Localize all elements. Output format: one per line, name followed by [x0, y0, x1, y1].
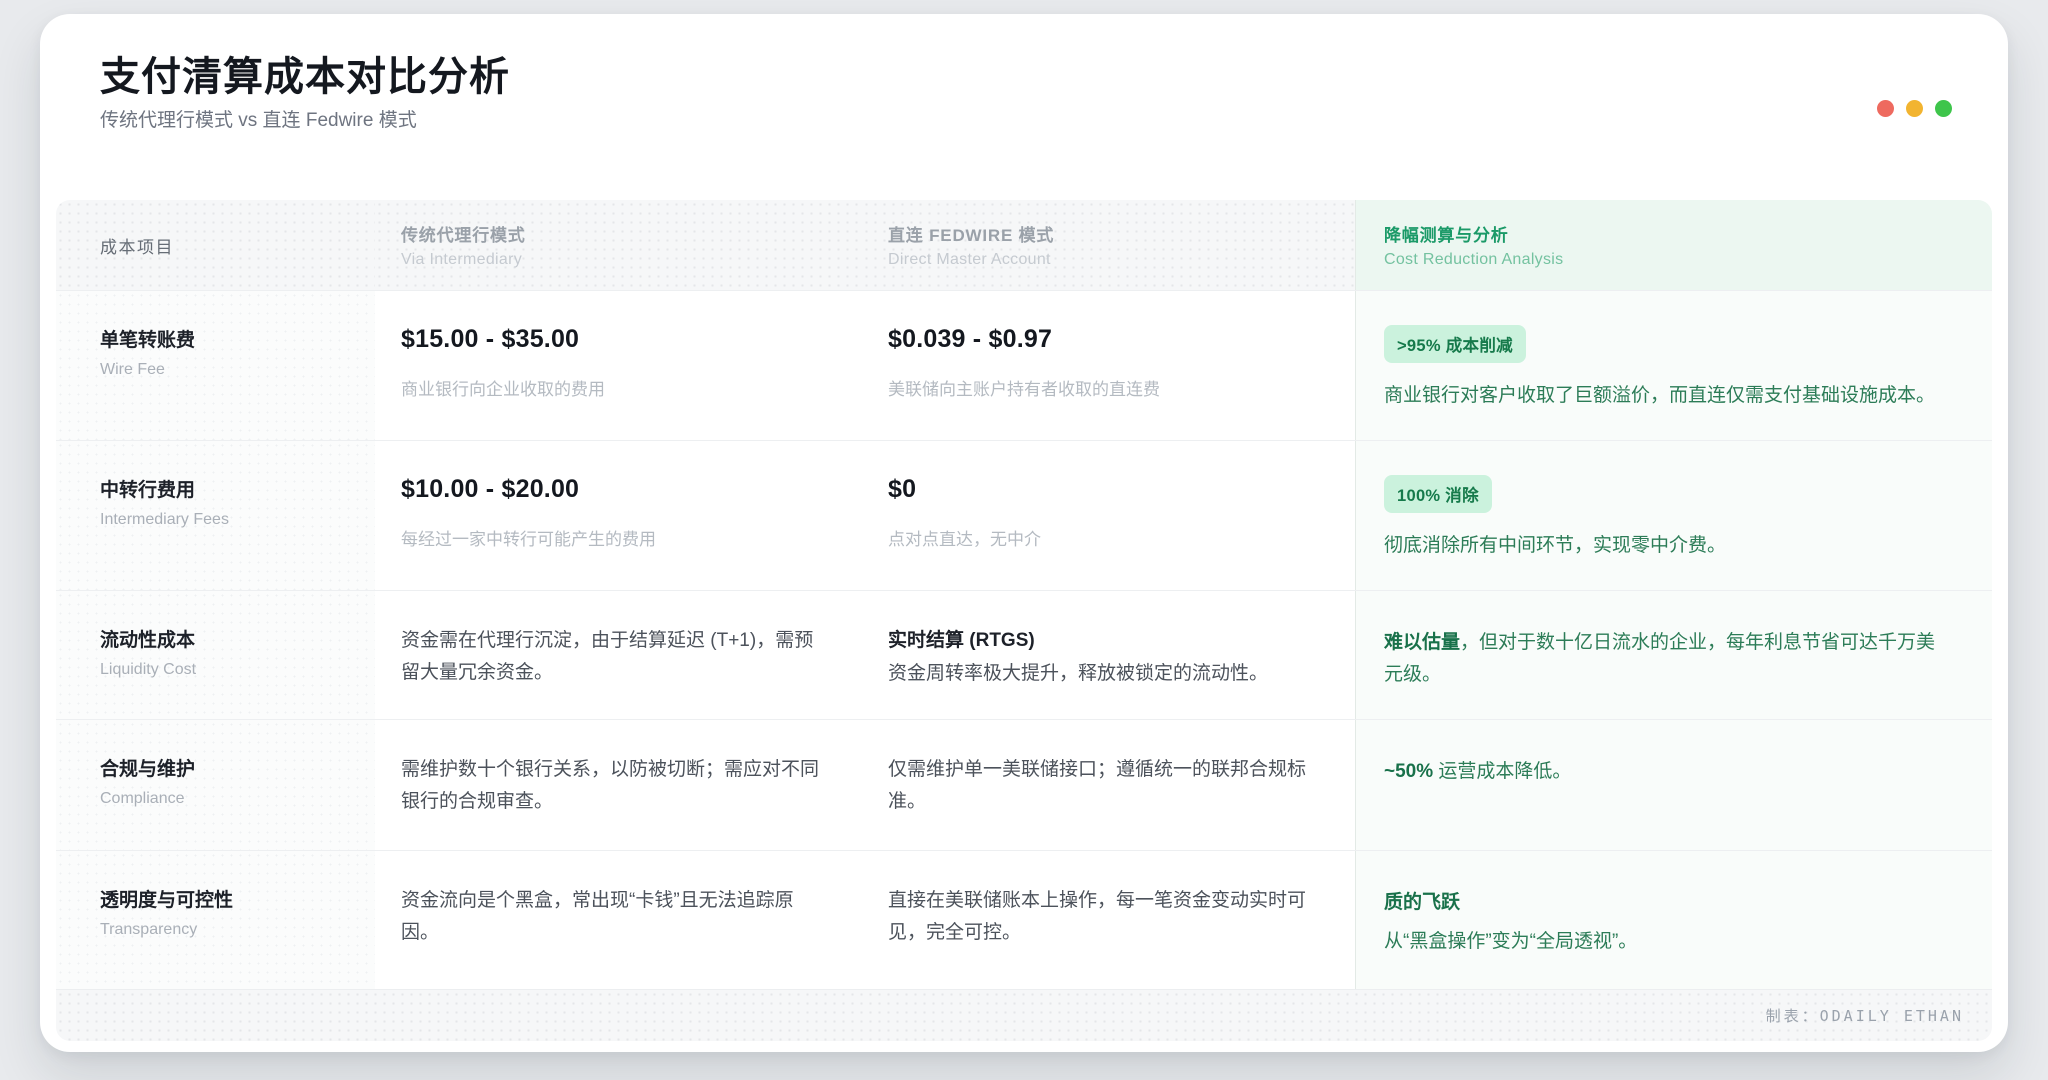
fee-value: $15.00 - $35.00: [401, 325, 826, 354]
analysis-lead: ~50%: [1384, 761, 1433, 782]
direct-cell: 仅需维护单一美联储接口；遵循统一的联邦合规标准。: [862, 720, 1355, 850]
column-header-fedwire: 直连 FEDWIRE 模式 Direct Master Account: [862, 200, 1355, 290]
table-row-wire-fee: 单笔转账费 Wire Fee $15.00 - $35.00 商业银行向企业收取…: [56, 290, 1992, 440]
fee-caption: 美联储向主账户持有者收取的直连费: [888, 375, 1319, 400]
table-row-liquidity-cost: 流动性成本 Liquidity Cost 资金需在代理行沉淀，由于结算延迟 (T…: [56, 590, 1992, 719]
column-header-analysis: 降幅测算与分析 Cost Reduction Analysis: [1355, 200, 1992, 290]
comparison-card: 支付清算成本对比分析 传统代理行模式 vs 直连 Fedwire 模式 成本项目…: [40, 14, 2008, 1052]
comparison-table: 成本项目 传统代理行模式 Via Intermediary 直连 FEDWIRE…: [56, 200, 1992, 1041]
column-label: 直连 FEDWIRE 模式: [888, 221, 1355, 246]
cost-item-sublabel: Intermediary Fees: [100, 511, 339, 529]
column-header-traditional: 传统代理行模式 Via Intermediary: [375, 200, 862, 290]
fee-caption: 商业银行向企业收取的费用: [401, 375, 826, 400]
direct-cell: 直接在美联储账本上操作，每一笔资金变动实时可见，完全可控。: [862, 851, 1355, 989]
cost-item-cell: 流动性成本 Liquidity Cost: [56, 591, 375, 719]
cost-item-label: 合规与维护: [100, 754, 339, 781]
direct-cell: $0 点对点直达，无中介: [862, 441, 1355, 590]
zoom-window-icon[interactable]: [1935, 100, 1952, 117]
traditional-cell: 资金需在代理行沉淀，由于结算延迟 (T+1)，需预留大量冗余资金。: [375, 591, 862, 719]
analysis-rest: 运营成本降低。: [1433, 761, 1571, 782]
close-window-icon[interactable]: [1877, 100, 1894, 117]
fee-caption: 点对点直达，无中介: [888, 525, 1319, 550]
traditional-cell: $15.00 - $35.00 商业银行向企业收取的费用: [375, 291, 862, 440]
fee-value: $0.039 - $0.97: [888, 325, 1319, 354]
column-label: 降幅测算与分析: [1384, 221, 1992, 246]
analysis-lead: 难以估量: [1384, 632, 1460, 653]
analysis-text: 商业银行对客户收取了巨额溢价，而直连仅需支付基础设施成本。: [1384, 380, 1952, 412]
analysis-cell: >95% 成本削减 商业银行对客户收取了巨额溢价，而直连仅需支付基础设施成本。: [1355, 291, 1992, 440]
cost-item-sublabel: Compliance: [100, 790, 339, 808]
fee-caption: 每经过一家中转行可能产生的费用: [401, 525, 826, 550]
credit-text: 制表：ODAILY ETHAN: [1766, 1005, 1964, 1026]
table-row-compliance: 合规与维护 Compliance 需维护数十个银行关系，以防被切断；需应对不同银…: [56, 719, 1992, 850]
cost-item-label: 中转行费用: [100, 475, 339, 502]
analysis-text: 难以估量，但对于数十亿日流水的企业，每年利息节省可达千万美元级。: [1384, 627, 1952, 691]
table-header-row: 成本项目 传统代理行模式 Via Intermediary 直连 FEDWIRE…: [56, 200, 1992, 290]
card-header: 支付清算成本对比分析 传统代理行模式 vs 直连 Fedwire 模式: [40, 54, 2008, 132]
analysis-rest: 从“黑盒操作”变为“全局透视”。: [1384, 931, 1637, 952]
reduction-badge: >95% 成本削减: [1384, 325, 1526, 363]
fee-value: $10.00 - $20.00: [401, 475, 826, 504]
page-subtitle: 传统代理行模式 vs 直连 Fedwire 模式: [100, 110, 1948, 132]
table-row-intermediary-fees: 中转行费用 Intermediary Fees $10.00 - $20.00 …: [56, 440, 1992, 590]
column-sublabel: Cost Reduction Analysis: [1384, 251, 1992, 269]
fee-value: $0: [888, 475, 1319, 504]
cell-text: 资金周转率极大提升，释放被锁定的流动性。: [888, 658, 1319, 690]
cell-title: 实时结算 (RTGS): [888, 625, 1319, 652]
cost-item-label: 单笔转账费: [100, 325, 339, 352]
column-header-cost-item: 成本项目: [56, 200, 375, 290]
traditional-cell: 资金流向是个黑盒，常出现“卡钱”且无法追踪原因。: [375, 851, 862, 989]
window-controls: [1877, 100, 1952, 117]
analysis-cell: ~50% 运营成本降低。: [1355, 720, 1992, 850]
cost-item-label: 流动性成本: [100, 625, 339, 652]
traditional-cell: $10.00 - $20.00 每经过一家中转行可能产生的费用: [375, 441, 862, 590]
analysis-text: ~50% 运营成本降低。: [1384, 756, 1952, 788]
analysis-rest: ，但对于数十亿日流水的企业，每年利息节省可达千万美元级。: [1384, 632, 1935, 685]
column-label: 成本项目: [100, 233, 375, 258]
analysis-cell: 100% 消除 彻底消除所有中间环节，实现零中介费。: [1355, 441, 1992, 590]
cost-item-sublabel: Wire Fee: [100, 361, 339, 379]
minimize-window-icon[interactable]: [1906, 100, 1923, 117]
cell-text: 直接在美联储账本上操作，每一笔资金变动实时可见，完全可控。: [888, 885, 1319, 949]
cost-item-cell: 透明度与可控性 Transparency: [56, 851, 375, 989]
cost-item-sublabel: Liquidity Cost: [100, 661, 339, 679]
cost-item-label: 透明度与可控性: [100, 885, 339, 912]
table-row-transparency: 透明度与可控性 Transparency 资金流向是个黑盒，常出现“卡钱”且无法…: [56, 850, 1992, 989]
table-footer: 制表：ODAILY ETHAN: [56, 989, 1992, 1041]
analysis-text: 质的飞跃从“黑盒操作”变为“全局透视”。: [1384, 887, 1952, 958]
column-sublabel: Direct Master Account: [888, 251, 1355, 269]
analysis-lead: 质的飞跃: [1384, 887, 1952, 919]
cost-item-cell: 单笔转账费 Wire Fee: [56, 291, 375, 440]
direct-cell: 实时结算 (RTGS) 资金周转率极大提升，释放被锁定的流动性。: [862, 591, 1355, 719]
column-label: 传统代理行模式: [401, 221, 862, 246]
cost-item-sublabel: Transparency: [100, 921, 339, 939]
reduction-badge: 100% 消除: [1384, 475, 1492, 513]
analysis-cell: 难以估量，但对于数十亿日流水的企业，每年利息节省可达千万美元级。: [1355, 591, 1992, 719]
cost-item-cell: 中转行费用 Intermediary Fees: [56, 441, 375, 590]
page-title: 支付清算成本对比分析: [100, 54, 1948, 100]
cell-text: 资金流向是个黑盒，常出现“卡钱”且无法追踪原因。: [401, 885, 826, 949]
column-sublabel: Via Intermediary: [401, 251, 862, 269]
analysis-text: 彻底消除所有中间环节，实现零中介费。: [1384, 530, 1952, 562]
analysis-cell: 质的飞跃从“黑盒操作”变为“全局透视”。: [1355, 851, 1992, 989]
cell-text: 资金需在代理行沉淀，由于结算延迟 (T+1)，需预留大量冗余资金。: [401, 625, 826, 689]
cell-text: 需维护数十个银行关系，以防被切断；需应对不同银行的合规审查。: [401, 754, 826, 818]
cost-item-cell: 合规与维护 Compliance: [56, 720, 375, 850]
cell-text: 仅需维护单一美联储接口；遵循统一的联邦合规标准。: [888, 754, 1319, 818]
traditional-cell: 需维护数十个银行关系，以防被切断；需应对不同银行的合规审查。: [375, 720, 862, 850]
direct-cell: $0.039 - $0.97 美联储向主账户持有者收取的直连费: [862, 291, 1355, 440]
